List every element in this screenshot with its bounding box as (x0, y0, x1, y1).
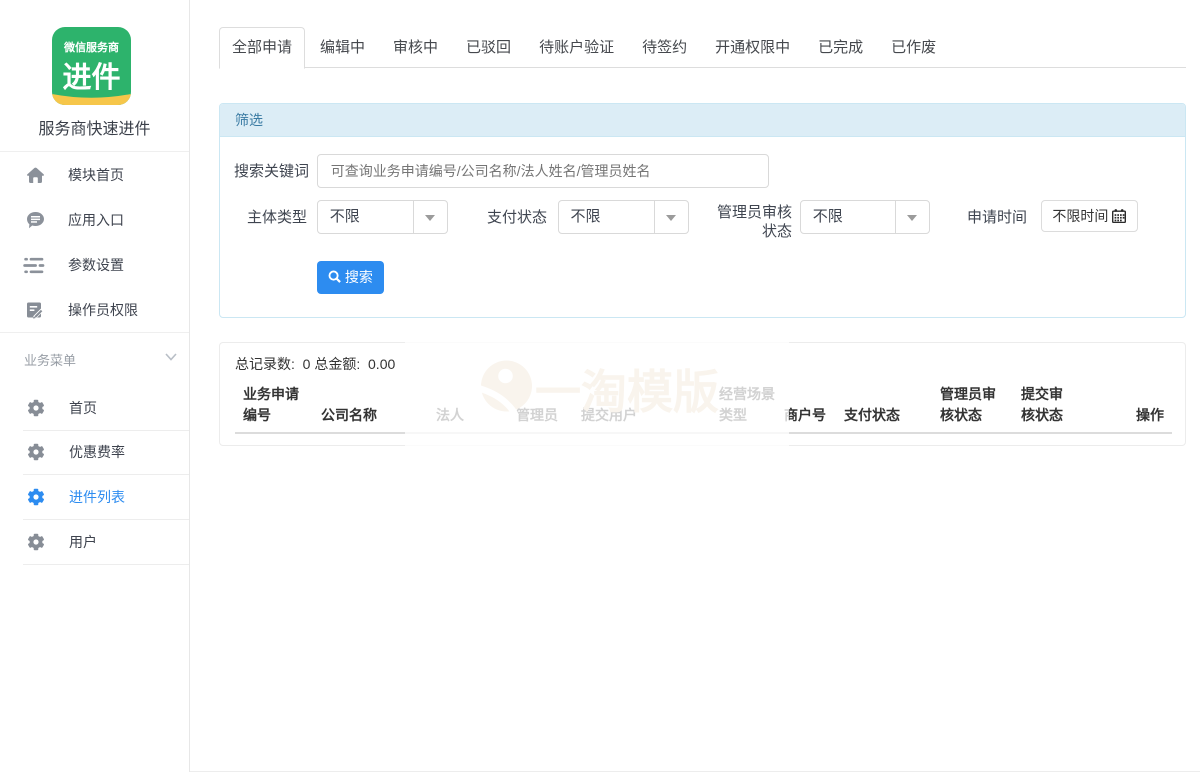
svg-text:一淘模版: 一淘模版 (535, 366, 719, 418)
svg-text:进件: 进件 (62, 61, 120, 94)
svg-text:微信服务商: 微信服务商 (63, 40, 119, 54)
